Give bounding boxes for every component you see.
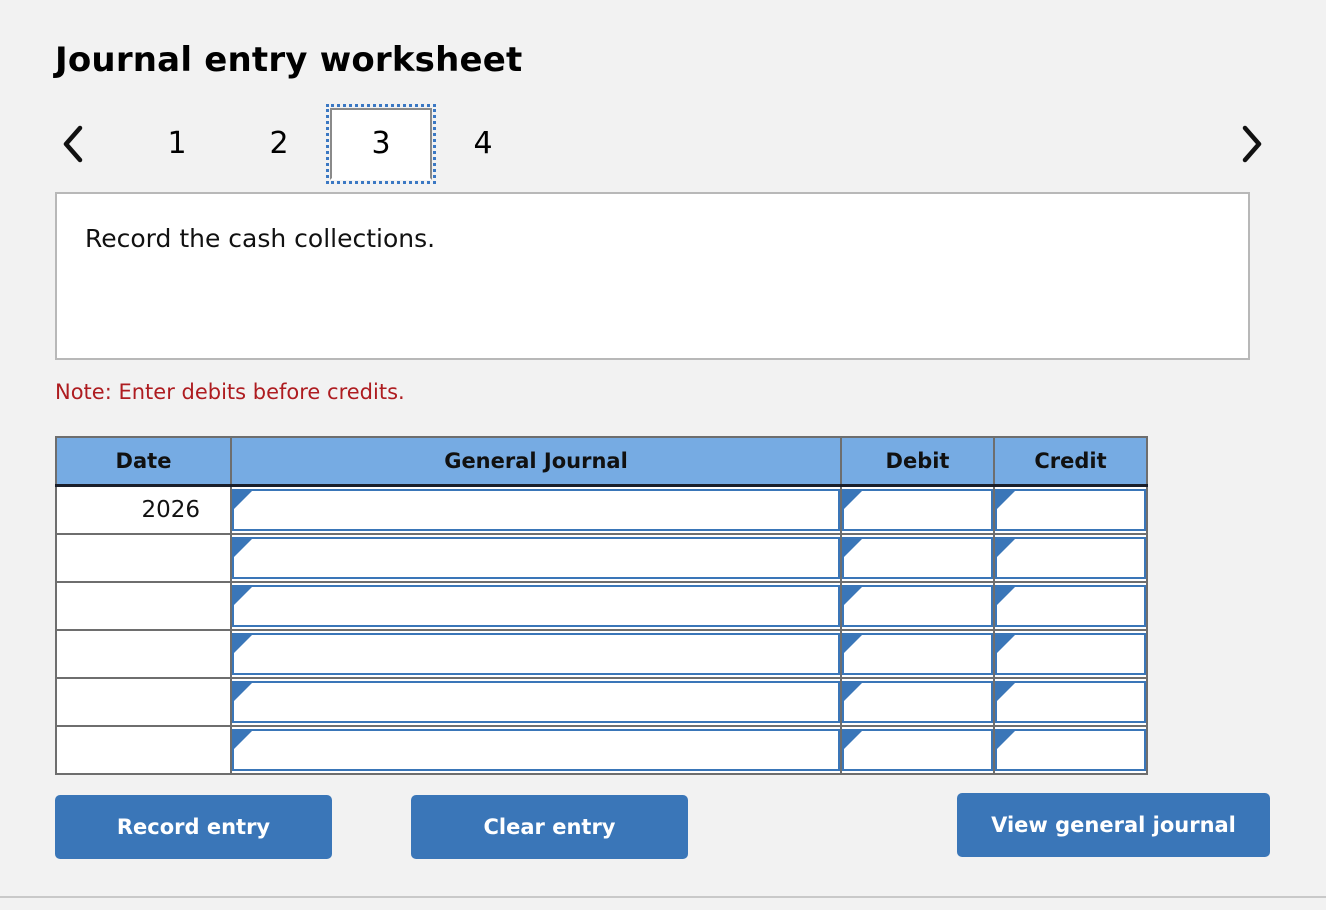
debit-input[interactable] (842, 585, 993, 627)
debit-cell[interactable] (840, 581, 995, 631)
journal-account-cell[interactable] (230, 677, 842, 727)
view-general-journal-button[interactable]: View general journal (957, 793, 1270, 857)
pager-tab-1[interactable]: 1 (126, 108, 228, 180)
credit-input[interactable] (995, 537, 1146, 579)
credit-input[interactable] (995, 729, 1146, 771)
journal-account-input[interactable] (232, 681, 840, 723)
debit-cell[interactable] (840, 484, 995, 535)
table-row (55, 725, 1148, 775)
clear-entry-button[interactable]: Clear entry (411, 795, 688, 859)
credit-cell[interactable] (993, 581, 1148, 631)
journal-account-input[interactable] (232, 585, 840, 627)
table-row: 2026 (55, 484, 1148, 535)
pager-tab-label: 3 (371, 126, 391, 161)
debit-input[interactable] (842, 633, 993, 675)
instruction-text: Record the cash collections. (85, 224, 436, 253)
record-entry-button[interactable]: Record entry (55, 795, 332, 859)
credit-input[interactable] (995, 489, 1146, 531)
credit-cell[interactable] (993, 725, 1148, 775)
debit-cell[interactable] (840, 725, 995, 775)
journal-account-cell[interactable] (230, 629, 842, 679)
journal-account-input[interactable] (232, 729, 840, 771)
table-row (55, 533, 1148, 583)
credit-cell[interactable] (993, 677, 1148, 727)
credit-cell[interactable] (993, 484, 1148, 535)
pager-tab-label: 2 (269, 126, 289, 161)
page-title: Journal entry worksheet (55, 40, 523, 80)
credit-input[interactable] (995, 681, 1146, 723)
table-header-row: Date General Journal Debit Credit (55, 436, 1148, 487)
table-row (55, 629, 1148, 679)
pager-tab-label: 1 (167, 126, 187, 161)
pager-tab-3[interactable]: 3 (326, 104, 436, 184)
column-header-general-journal: General Journal (230, 436, 842, 487)
date-cell[interactable] (55, 629, 232, 679)
pager-tab-2[interactable]: 2 (228, 108, 330, 180)
date-cell[interactable] (55, 725, 232, 775)
general-journal-table: Date General Journal Debit Credit 2026 (55, 436, 1148, 775)
column-header-credit: Credit (993, 436, 1148, 487)
credit-input[interactable] (995, 633, 1146, 675)
journal-account-cell[interactable] (230, 484, 842, 535)
credit-cell[interactable] (993, 533, 1148, 583)
pager-tab-4[interactable]: 4 (432, 108, 534, 180)
debit-input[interactable] (842, 489, 993, 531)
worksheet-pager: 1 2 3 4 (50, 104, 1275, 184)
pager-tab-label: 4 (473, 126, 493, 161)
journal-account-cell[interactable] (230, 725, 842, 775)
journal-entry-worksheet-page: Journal entry worksheet 1 2 3 4 Record t… (0, 0, 1326, 910)
debit-input[interactable] (842, 537, 993, 579)
date-cell[interactable] (55, 533, 232, 583)
debit-cell[interactable] (840, 533, 995, 583)
journal-account-input[interactable] (232, 537, 840, 579)
instruction-panel: Record the cash collections. (55, 192, 1250, 360)
date-cell[interactable] (55, 677, 232, 727)
journal-account-input[interactable] (232, 633, 840, 675)
credit-input[interactable] (995, 585, 1146, 627)
debit-input[interactable] (842, 729, 993, 771)
debit-input[interactable] (842, 681, 993, 723)
journal-account-cell[interactable] (230, 581, 842, 631)
debit-cell[interactable] (840, 629, 995, 679)
footer-divider (0, 896, 1326, 898)
column-header-date: Date (55, 436, 232, 487)
journal-account-cell[interactable] (230, 533, 842, 583)
date-cell[interactable]: 2026 (55, 484, 232, 535)
date-cell[interactable] (55, 581, 232, 631)
debits-before-credits-note: Note: Enter debits before credits. (55, 380, 405, 404)
chevron-left-icon (60, 124, 86, 164)
table-row (55, 677, 1148, 727)
column-header-debit: Debit (840, 436, 995, 487)
table-row (55, 581, 1148, 631)
chevron-right-icon (1239, 124, 1265, 164)
pager-prev-button[interactable] (50, 108, 96, 180)
credit-cell[interactable] (993, 629, 1148, 679)
journal-account-input[interactable] (232, 489, 840, 531)
debit-cell[interactable] (840, 677, 995, 727)
pager-next-button[interactable] (1229, 108, 1275, 180)
